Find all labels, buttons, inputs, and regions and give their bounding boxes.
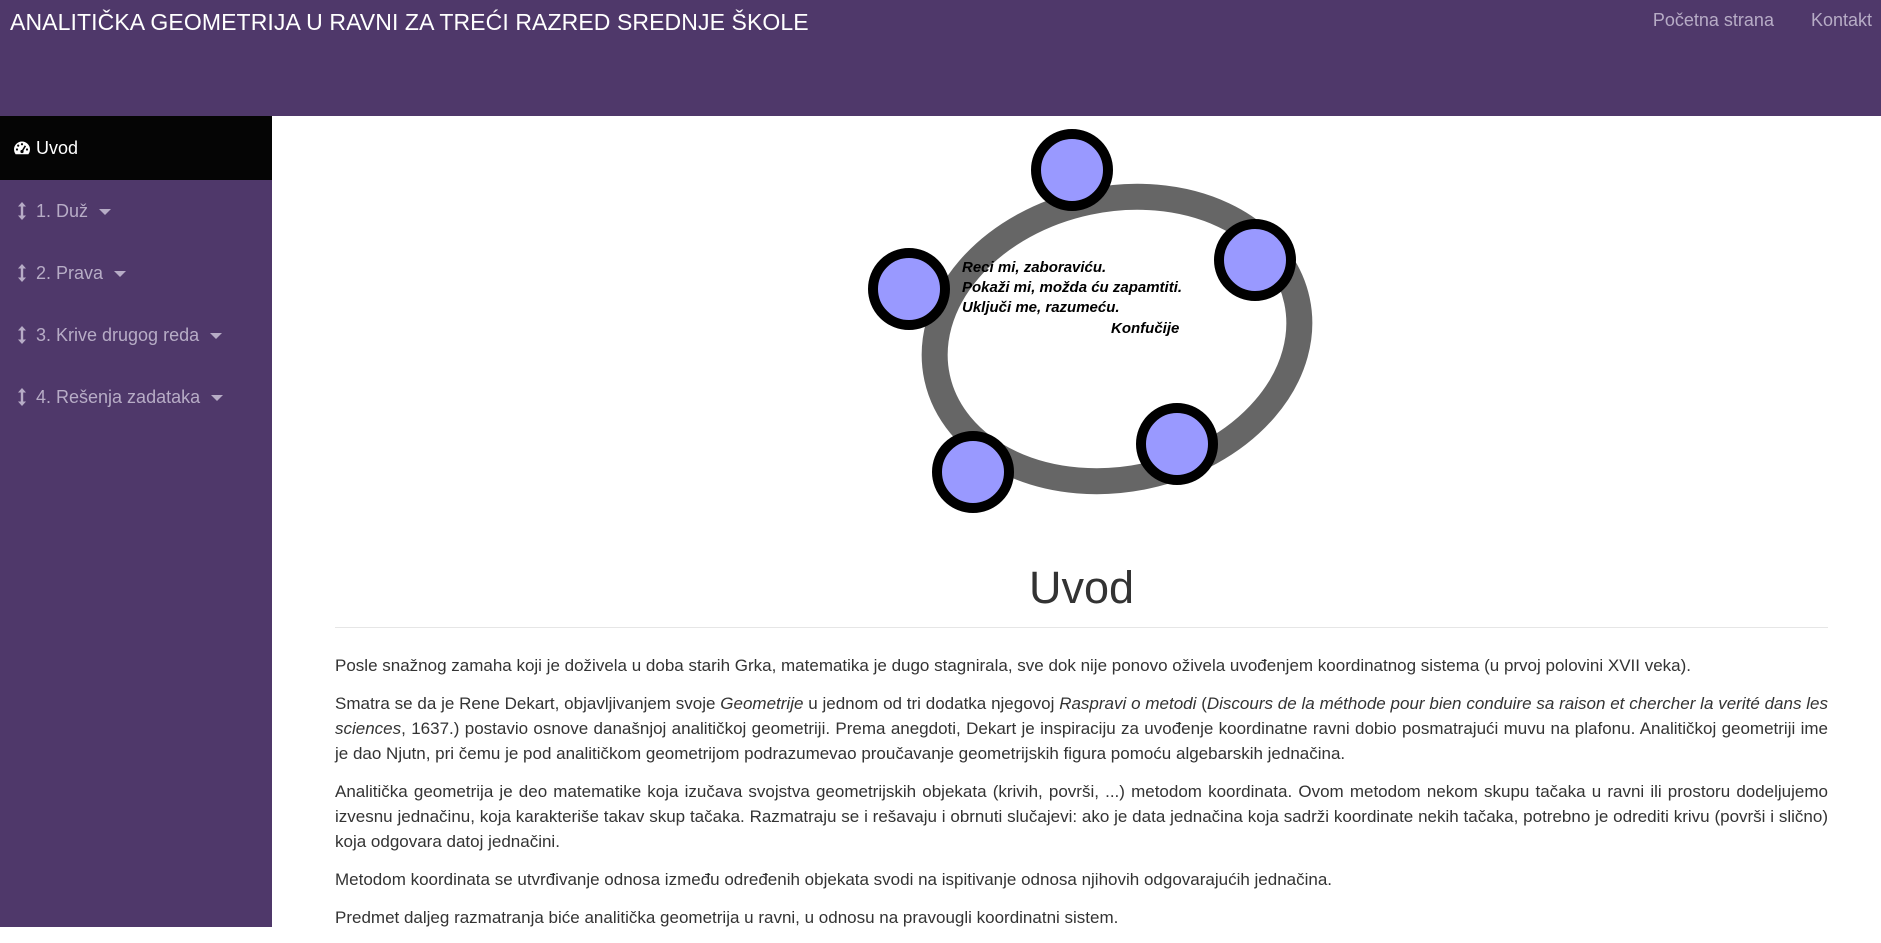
book-title: Geometrije — [720, 694, 804, 713]
dashboard-icon — [12, 138, 32, 158]
caret-down-icon — [114, 271, 127, 277]
sidebar-item-uvod[interactable]: Uvod — [0, 116, 272, 180]
caret-down-icon — [211, 395, 224, 401]
sidebar-item-label: Uvod — [36, 137, 79, 158]
logo-point — [1136, 403, 1218, 485]
sidebar-item-label: 3. Krive drugog reda — [36, 324, 200, 345]
nav-link-home[interactable]: Početna strana — [1634, 10, 1792, 31]
intro-text: Posle snažnog zamaha koji je doživela u … — [335, 653, 1828, 943]
logo-point — [1031, 129, 1113, 211]
paragraph: Metodom koordinata se utvrđivanje odnosa… — [335, 870, 1333, 889]
quote-line: Uključi me, razumeću. — [962, 299, 1120, 316]
vertical-arrows-icon — [12, 387, 32, 407]
sidebar-item-label: 1. Duž — [36, 200, 89, 221]
quote-line: Pokaži mi, možda ću zapamtiti. — [962, 279, 1183, 296]
sidebar-item-label: 4. Rešenja zadataka — [36, 386, 201, 407]
sidebar: Uvod 1. Duž 2. Prava 3. Krive drugog red… — [0, 116, 272, 927]
top-nav: Početna strana Kontakt — [1634, 10, 1881, 31]
paragraph: Analitička geometrija je deo matematike … — [335, 782, 1828, 851]
paragraph: Posle snažnog zamaha koji je doživela u … — [335, 656, 1692, 675]
quote-line: Reci mi, zaboraviću. — [962, 259, 1107, 276]
vertical-arrows-icon — [12, 201, 32, 221]
logo-point — [868, 248, 950, 330]
sidebar-item-resenja-zadataka[interactable]: 4. Rešenja zadataka — [0, 366, 272, 428]
paragraph: Smatra se da je Rene Dekart, objavljivan… — [335, 691, 1828, 766]
sidebar-item-prava[interactable]: 2. Prava — [0, 242, 272, 304]
geogebra-logo: Reci mi, zaboraviću. Pokaži mi, možda ću… — [865, 126, 1325, 526]
logo-graphic — [868, 129, 1313, 513]
vertical-arrows-icon — [12, 263, 32, 283]
paragraph: Predmet daljeg razmatranja biće analitič… — [335, 908, 1119, 927]
logo-point — [1214, 219, 1296, 301]
sidebar-item-krive-drugog-reda[interactable]: 3. Krive drugog reda — [0, 304, 272, 366]
sidebar-item-duz[interactable]: 1. Duž — [0, 180, 272, 242]
paragraph-text: Smatra se da je Rene Dekart, objavljivan… — [335, 694, 721, 713]
caret-down-icon — [210, 333, 223, 339]
sidebar-item-label: 2. Prava — [36, 262, 104, 283]
paragraph-text: , 1637.) postavio osnove današnjoj anali… — [335, 719, 1828, 763]
vertical-arrows-icon — [12, 325, 32, 345]
top-navbar: ANALITIČKA GEOMETRIJA U RAVNI ZA TREĆI R… — [0, 0, 1881, 116]
site-title[interactable]: ANALITIČKA GEOMETRIJA U RAVNI ZA TREĆI R… — [10, 9, 809, 36]
paragraph-text: u jednom od tri dodatka njegovoj — [803, 694, 1060, 713]
caret-down-icon — [99, 209, 112, 215]
nav-link-contact[interactable]: Kontakt — [1792, 10, 1881, 31]
quote-author: Konfučije — [1111, 320, 1180, 337]
page-title: Uvod — [1028, 562, 1135, 613]
paragraph-text: ( — [1196, 694, 1207, 713]
logo-point — [932, 431, 1014, 513]
book-title: Raspravi o metodi — [1059, 694, 1197, 713]
title-divider — [335, 627, 1828, 628]
